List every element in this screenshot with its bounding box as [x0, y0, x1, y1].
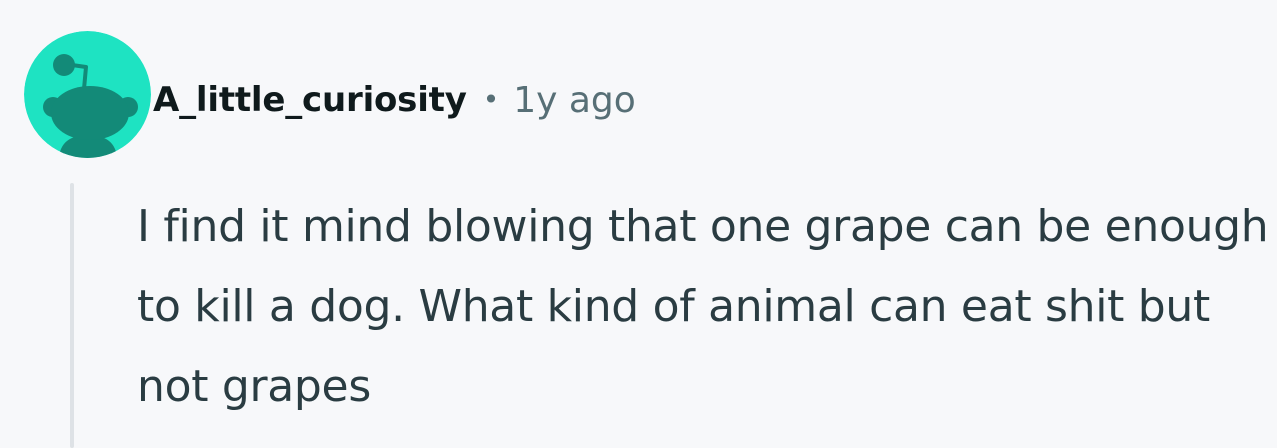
comment-body: I find it mind blowing that one grape ca…	[137, 201, 1269, 412]
reddit-snoo-avatar-icon	[24, 31, 151, 158]
comment-meta: A_little_curiosity • 1y ago	[153, 72, 636, 128]
separator-dot: •	[482, 82, 500, 116]
user-avatar[interactable]	[24, 31, 151, 158]
username-link[interactable]: A_little_curiosity	[153, 80, 467, 120]
thread-line[interactable]	[70, 183, 74, 448]
comment: A_little_curiosity • 1y ago I find it mi…	[0, 0, 1277, 448]
timestamp[interactable]: 1y ago	[513, 80, 636, 121]
